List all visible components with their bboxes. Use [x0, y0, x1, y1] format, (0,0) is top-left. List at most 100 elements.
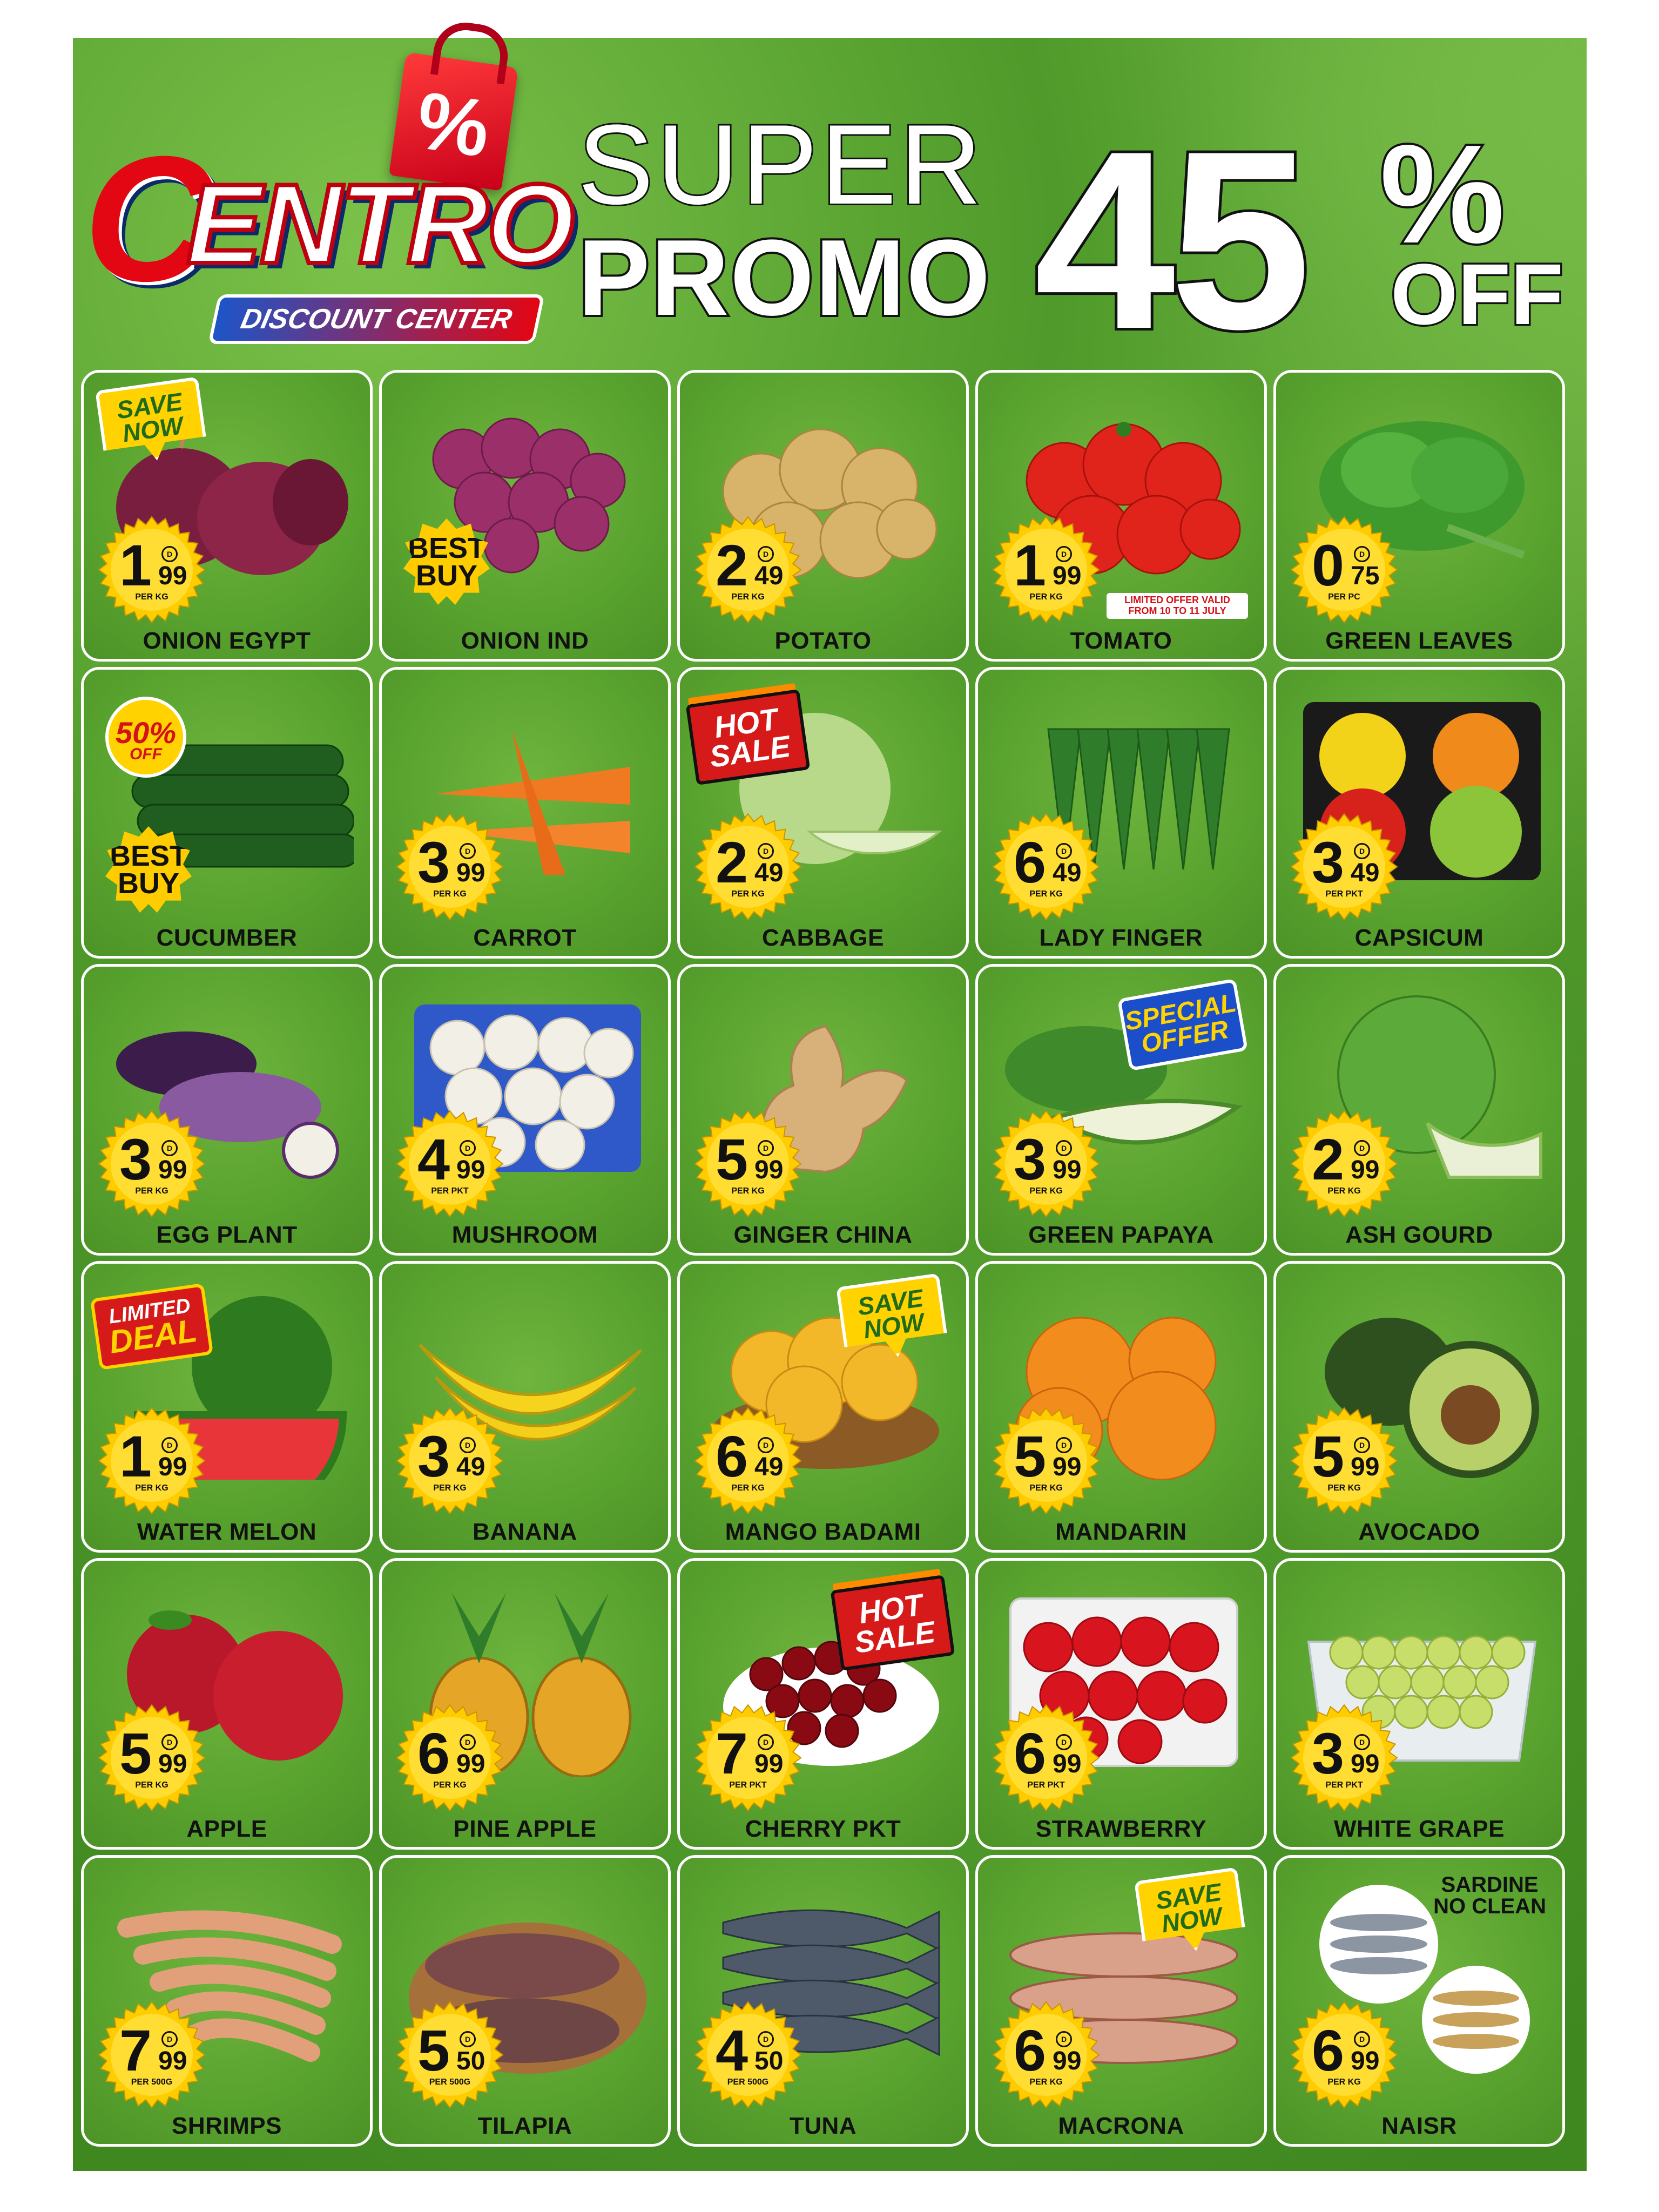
discount-off: OFF: [1389, 246, 1566, 342]
currency-icon: D: [1056, 1437, 1072, 1453]
product-card[interactable]: 6 99 D PER PKT STRAWBERRY: [975, 1558, 1267, 1850]
price-decimal: 99: [158, 562, 187, 590]
product-card[interactable]: 1 99 D PER KG LIMITED OFFER VALID FROM 10 TO…: [975, 370, 1267, 662]
product-card[interactable]: 5 99 D PER KG MANDARIN: [975, 1261, 1267, 1553]
starburst-icon: [694, 813, 802, 921]
product-name: MANGO BADAMI: [725, 1519, 921, 1545]
product-card[interactable]: 6 49 D PER KG LADY FINGER: [975, 667, 1267, 959]
price-badge: 4 50 D PER 500G: [694, 2001, 802, 2109]
price-integer: 6: [716, 1424, 748, 1489]
starburst-icon: [396, 1704, 504, 1812]
currency-icon: D: [1056, 2031, 1072, 2047]
price-decimal: 99: [1053, 1453, 1082, 1481]
currency-icon: D: [758, 1140, 774, 1156]
fifty-percent-off-badge: 50% OFF: [105, 697, 186, 778]
price-integer: 5: [716, 1127, 748, 1192]
product-card[interactable]: 2 99 D PER KG ASH GOURD: [1273, 964, 1565, 1256]
price-unit: PER KG: [135, 1781, 168, 1790]
product-card[interactable]: 6 99 D PER KG SARDINE NO CLEAN NAISR: [1273, 1855, 1565, 2147]
price-unit: PER 500G: [727, 2078, 769, 2087]
product-card[interactable]: 3 99 D PER PKT WHITE GRAPE: [1273, 1558, 1565, 1850]
price-decimal: 99: [1351, 1156, 1380, 1184]
currency-icon: D: [1354, 1437, 1370, 1453]
starburst-icon: [694, 2001, 802, 2109]
price-badge: 1 99 D PER KG: [98, 516, 206, 624]
product-card[interactable]: 0 75 D PER PC GREEN LEAVES: [1273, 370, 1565, 662]
price-integer: 1: [1014, 532, 1046, 598]
fifty-value: 50%: [115, 716, 177, 750]
header-banner: % C ENTRO DISCOUNT CENTER SUPER PROMO 45…: [73, 38, 1587, 370]
currency-icon: D: [758, 1734, 774, 1750]
product-card[interactable]: 2 49 D PER KG POTATO: [677, 370, 969, 662]
price-decimal: 99: [158, 1156, 187, 1184]
currency-icon: D: [161, 1734, 178, 1750]
product-name: ONION EGYPT: [143, 628, 311, 654]
product-card[interactable]: 3 99 D PER KG EGG PLANT: [81, 964, 373, 1256]
product-card[interactable]: 4 99 D PER PKT MUSHROOM: [379, 964, 671, 1256]
starburst-icon: [98, 516, 206, 624]
product-card[interactable]: 2 49 D PER KG HOT SALE CABBAGE: [677, 667, 969, 959]
discount-number: 45: [1031, 98, 1314, 382]
currency-icon: D: [758, 2031, 774, 2047]
price-unit: PER KG: [135, 592, 168, 602]
product-card[interactable]: BEST BUY 50% OFF CUCUMBER: [81, 667, 373, 959]
price-badge: 3 99 D PER KG: [992, 1110, 1100, 1218]
price-decimal: 99: [158, 2047, 187, 2075]
product-card[interactable]: 7 99 D PER 500G SHRIMPS: [81, 1855, 373, 2147]
product-card[interactable]: 3 99 D PER KG CARROT: [379, 667, 671, 959]
price-unit: PER KG: [433, 889, 467, 899]
price-decimal: 99: [1351, 2047, 1380, 2075]
product-name: TUNA: [789, 2113, 857, 2139]
product-card[interactable]: 5 99 D PER KG GINGER CHINA: [677, 964, 969, 1256]
price-badge: 3 49 D PER PKT: [1290, 813, 1398, 921]
product-name: EGG PLANT: [156, 1222, 298, 1248]
price-unit: PER KG: [433, 1781, 467, 1790]
price-badge: 1 99 D PER KG: [98, 1407, 206, 1515]
product-card[interactable]: 5 99 D PER KG AVOCADO: [1273, 1261, 1565, 1553]
product-card[interactable]: 5 50 D PER 500G TILAPIA: [379, 1855, 671, 2147]
price-badge: 5 99 D PER KG: [98, 1704, 206, 1812]
price-badge: 5 50 D PER 500G: [396, 2001, 504, 2109]
product-name: TILAPIA: [477, 2113, 572, 2139]
product-card[interactable]: 6 99 D PER KG SAVE NOW MACRONA: [975, 1855, 1267, 2147]
currency-icon: D: [1056, 1140, 1072, 1156]
price-badge: 3 99 D PER KG: [98, 1110, 206, 1218]
price-integer: 5: [119, 1721, 152, 1786]
starburst-icon: [1290, 2001, 1398, 2109]
price-badge: 7 99 D PER PKT: [694, 1704, 802, 1812]
price-unit: PER PC: [1328, 592, 1360, 602]
currency-icon: D: [1354, 843, 1370, 859]
price-badge: 5 99 D PER KG: [992, 1407, 1100, 1515]
price-unit: PER KG: [1327, 2078, 1361, 2087]
price-badge: 6 49 D PER KG: [694, 1407, 802, 1515]
product-card[interactable]: 1 99 D PER KG SAVE NOW ONION EGYPT: [81, 370, 373, 662]
product-card[interactable]: 4 50 D PER 500G TUNA: [677, 1855, 969, 2147]
product-card[interactable]: 7 99 D PER PKT HOT SALE CHERRY PKT: [677, 1558, 969, 1850]
currency-icon: D: [460, 1140, 476, 1156]
price-unit: PER KG: [1327, 1483, 1361, 1493]
product-card[interactable]: 6 99 D PER KG PINE APPLE: [379, 1558, 671, 1850]
starburst-icon: [694, 516, 802, 624]
product-card[interactable]: 3 49 D PER PKT CAPSICUM: [1273, 667, 1565, 959]
price-decimal: 99: [1053, 1750, 1082, 1778]
product-card[interactable]: 1 99 D PER KG LIMITED DEAL WATER MELON: [81, 1261, 373, 1553]
price-unit: PER KG: [1029, 1483, 1063, 1493]
price-integer: 3: [1312, 1721, 1344, 1786]
price-integer: 7: [716, 1721, 748, 1786]
price-decimal: 49: [1351, 859, 1380, 887]
product-card[interactable]: BEST BUY ONION IND: [379, 370, 671, 662]
starburst-icon: [396, 1110, 504, 1218]
product-card[interactable]: 6 49 D PER KG SAVE NOW MANGO BADAMI: [677, 1261, 969, 1553]
currency-icon: D: [1354, 2031, 1370, 2047]
starburst-icon: [992, 813, 1100, 921]
price-integer: 2: [716, 830, 748, 895]
product-card[interactable]: 5 99 D PER KG APPLE: [81, 1558, 373, 1850]
product-card[interactable]: 3 49 D PER KG BANANA: [379, 1261, 671, 1553]
product-card[interactable]: 3 99 D PER KG SPECIAL OFFER GREEN PAPAYA: [975, 964, 1267, 1256]
starburst-icon: [694, 1407, 802, 1515]
price-badge: 2 49 D PER KG: [694, 516, 802, 624]
headline-promo: PROMO: [576, 218, 993, 338]
price-unit: PER KG: [731, 592, 765, 602]
price-integer: 1: [119, 1424, 152, 1489]
product-name: STRAWBERRY: [1035, 1816, 1207, 1842]
